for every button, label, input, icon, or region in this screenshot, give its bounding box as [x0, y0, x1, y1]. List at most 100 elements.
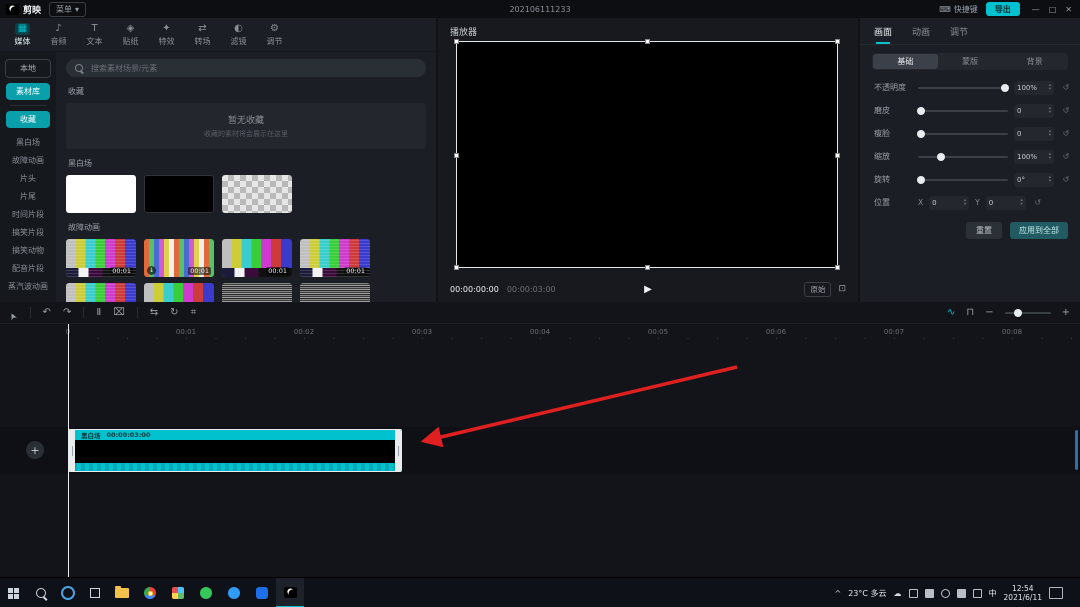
taskbar-search-button[interactable] — [27, 578, 54, 607]
slider-knob[interactable] — [917, 176, 925, 184]
close-button[interactable]: ✕ — [1065, 5, 1072, 14]
weather-widget[interactable]: 23°C 多云 — [848, 588, 886, 599]
handle-bottom[interactable] — [645, 265, 650, 270]
stepper-down-icon[interactable]: ▾ — [964, 203, 966, 207]
taskbar-clock[interactable]: 12:54 2021/6/11 — [1004, 584, 1042, 602]
stepper-down-icon[interactable]: ▾ — [1049, 134, 1051, 138]
stepper-down-icon[interactable]: ▾ — [1049, 88, 1051, 92]
notification-center-icon[interactable] — [1049, 587, 1063, 599]
volume-icon[interactable] — [973, 589, 982, 598]
security-icon[interactable] — [909, 589, 918, 598]
slider-knob[interactable] — [917, 107, 925, 115]
sidebar-item-time-clips[interactable]: 时间片段 — [0, 205, 56, 223]
stepper-down-icon[interactable]: ▾ — [1020, 203, 1022, 207]
crop-icon[interactable]: ⌗ — [191, 308, 197, 318]
sidebar-item-local[interactable]: 本地 — [5, 59, 51, 78]
thumb-glitch-7[interactable]: 00:01 — [222, 283, 292, 302]
thumb-white-field[interactable] — [66, 175, 136, 213]
browser-button[interactable] — [136, 578, 164, 607]
thumb-glitch-2[interactable]: ↓ 00:01 — [144, 239, 214, 277]
undo-icon[interactable]: ↶ — [43, 308, 51, 318]
slider-knob[interactable] — [917, 130, 925, 138]
blue-square-app-button[interactable] — [248, 578, 276, 607]
position-x-value[interactable]: 0 ▴▾ — [929, 196, 969, 210]
reset-button[interactable]: 重置 — [966, 222, 1002, 239]
rotation-value[interactable]: 0° ▴▾ — [1014, 173, 1054, 187]
row-reset-icon[interactable]: ↺ — [1060, 152, 1072, 161]
scale-value[interactable]: 100% ▴▾ — [1014, 150, 1054, 164]
opacity-value[interactable]: 100% ▴▾ — [1014, 81, 1054, 95]
stepper-down-icon[interactable]: ▾ — [1049, 157, 1051, 161]
select-tool-icon[interactable]: ➤ — [8, 310, 20, 321]
sidebar-item-vaporwave[interactable]: 蒸汽波动画 — [0, 277, 56, 295]
thumb-transparent-field[interactable] — [222, 175, 292, 213]
network-icon[interactable] — [957, 589, 966, 598]
tab-adjust[interactable]: ⚙ 调节 — [258, 23, 291, 47]
thumb-glitch-1[interactable]: 00:01 — [66, 239, 136, 277]
slim-face-value[interactable]: 0 ▴▾ — [1014, 127, 1054, 141]
sidebar-item-glitch[interactable]: 故障动画 — [0, 151, 56, 169]
handle-top-right[interactable] — [835, 39, 840, 44]
tab-filter[interactable]: ◐ 滤镜 — [222, 23, 255, 47]
fullscreen-icon[interactable]: ⊡ — [838, 284, 846, 294]
download-icon[interactable]: ↓ — [147, 266, 156, 275]
playhead[interactable] — [68, 324, 69, 577]
tab-audio[interactable]: ♪ 音频 — [42, 23, 75, 47]
start-button[interactable] — [0, 578, 27, 607]
row-reset-icon[interactable]: ↺ — [1032, 198, 1044, 207]
minimize-button[interactable]: — — [1032, 5, 1040, 14]
mirror-icon[interactable]: ⇆ — [150, 308, 158, 318]
bluetooth-icon[interactable] — [941, 589, 950, 598]
row-reset-icon[interactable]: ↺ — [1060, 129, 1072, 138]
maximize-button[interactable]: □ — [1049, 5, 1057, 14]
slider-knob[interactable] — [1001, 84, 1009, 92]
rotate-icon[interactable]: ↻ — [170, 308, 178, 318]
zoom-out-icon[interactable]: − — [985, 308, 993, 318]
shortcut-keys-button[interactable]: ⌨ 快捷键 — [939, 4, 978, 15]
preview-canvas[interactable] — [456, 41, 838, 268]
subtab-background[interactable]: 背景 — [1002, 54, 1067, 69]
export-button[interactable]: 导出 — [986, 2, 1020, 16]
thumb-black-field[interactable] — [144, 175, 214, 213]
thumb-glitch-8[interactable]: 00:01 — [300, 283, 370, 302]
stepper-down-icon[interactable]: ▾ — [1049, 180, 1051, 184]
thumb-glitch-3[interactable]: 00:01 — [222, 239, 292, 277]
timeline-clip-bw-field[interactable]: 黑白场 00:00:03:00 — [68, 429, 402, 472]
timeline-scrollbar[interactable] — [1075, 430, 1078, 470]
search-bar[interactable] — [66, 59, 426, 77]
delete-icon[interactable]: ⌧ — [113, 308, 125, 318]
ratio-button[interactable]: 原始 — [804, 282, 831, 297]
thumb-glitch-4[interactable]: 00:01 — [300, 239, 370, 277]
row-reset-icon[interactable]: ↺ — [1060, 106, 1072, 115]
play-button[interactable]: ▶ — [644, 284, 652, 295]
handle-left[interactable] — [454, 153, 459, 158]
tab-adjustment[interactable]: 调节 — [950, 25, 968, 38]
timeline-ruler[interactable]: 0 00:01 00:02 00:03 00:04 00:05 00:06 00… — [0, 324, 1080, 340]
capcut-taskbar-button[interactable] — [276, 578, 304, 607]
search-input[interactable] — [89, 63, 417, 74]
handle-bottom-right[interactable] — [835, 265, 840, 270]
handle-top-left[interactable] — [454, 39, 459, 44]
handle-top[interactable] — [645, 39, 650, 44]
slider-knob[interactable] — [937, 153, 945, 161]
clip-trim-handle-left[interactable] — [69, 430, 75, 471]
apply-to-all-button[interactable]: 应用到全部 — [1010, 222, 1068, 239]
sidebar-item-outro[interactable]: 片尾 — [0, 187, 56, 205]
sidebar-item-intro[interactable]: 片头 — [0, 169, 56, 187]
tray-chevron-icon[interactable]: ^ — [835, 589, 842, 598]
zoom-in-icon[interactable]: + — [1062, 308, 1070, 318]
redo-icon[interactable]: ↷ — [63, 308, 71, 318]
tab-sticker[interactable]: ◈ 贴纸 — [114, 23, 147, 47]
handle-right[interactable] — [835, 153, 840, 158]
audio-wave-toggle-icon[interactable]: ∿ — [947, 308, 955, 318]
task-view-button[interactable] — [81, 578, 108, 607]
file-explorer-button[interactable] — [108, 578, 136, 607]
zoom-knob[interactable] — [1014, 309, 1022, 317]
row-reset-icon[interactable]: ↺ — [1060, 83, 1072, 92]
subtab-mask[interactable]: 蒙版 — [938, 54, 1003, 69]
opacity-slider[interactable] — [918, 87, 1008, 89]
split-icon[interactable]: Ⅱ — [96, 308, 101, 318]
tab-animation[interactable]: 动画 — [912, 25, 930, 38]
slim-face-slider[interactable] — [918, 133, 1008, 135]
clip-trim-handle-right[interactable] — [395, 430, 401, 471]
